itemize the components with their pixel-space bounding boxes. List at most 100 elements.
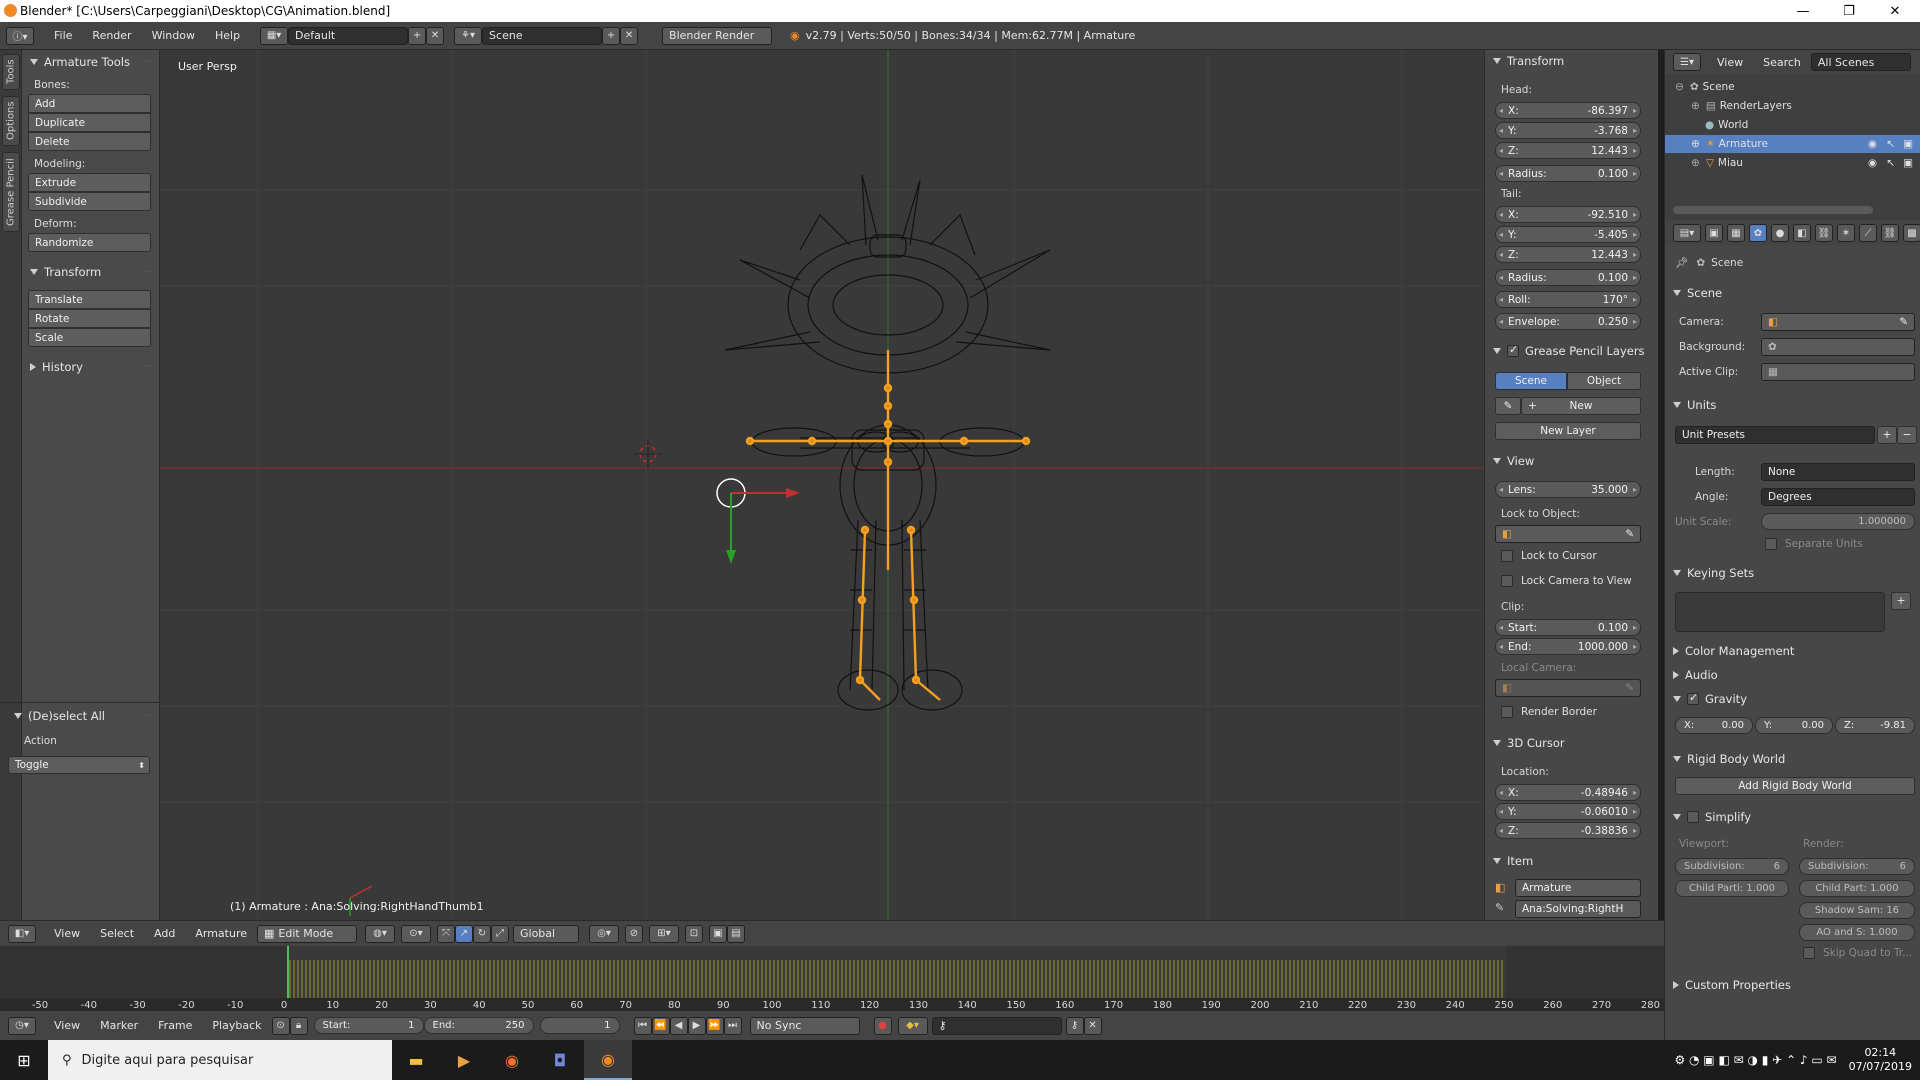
head-x-field[interactable]: X:-86.397 <box>1495 102 1641 119</box>
gravity-checkbox[interactable] <box>1687 691 1699 705</box>
remove-layout-icon[interactable]: ✕ <box>426 26 445 45</box>
select-arrow-icon[interactable]: ↖ <box>1886 138 1895 150</box>
cursor-z-field[interactable]: Z:-0.38836 <box>1495 822 1641 839</box>
current-frame-field[interactable]: 1 <box>539 1017 620 1034</box>
eyedropper-icon[interactable]: ✎ <box>1625 682 1634 694</box>
deselect-all-header[interactable]: (De)select All ⋯ <box>6 706 156 726</box>
tab-options[interactable]: Options <box>2 96 20 146</box>
unit-scale-field[interactable]: 1.000000 <box>1761 513 1915 530</box>
visibility-eye-icon[interactable]: ◉ <box>1868 138 1877 150</box>
scale-button[interactable]: Scale <box>28 328 151 347</box>
rigid-body-panel-header[interactable]: Rigid Body World <box>1673 752 1785 766</box>
next-keyframe-icon[interactable]: ⏩ <box>705 1016 724 1035</box>
render-tab-icon[interactable]: ▣ <box>1705 224 1723 242</box>
shading-select-icon[interactable]: ◍▾ <box>365 924 395 943</box>
viewport-child-particles-field[interactable]: Child Parti: 1.000 <box>1675 880 1789 897</box>
render-camera-icon[interactable]: ▣ <box>1903 138 1913 150</box>
viewport-canvas[interactable] <box>160 50 1484 920</box>
subdivide-button[interactable]: Subdivide <box>28 192 151 211</box>
randomize-button[interactable]: Randomize <box>28 233 151 252</box>
outliner-row-armature[interactable]: ⊕ ✶ Armature ◉ ↖ ▣ <box>1665 135 1920 153</box>
snap-toggle-icon[interactable]: ⊘ <box>625 924 643 943</box>
layers-tab-icon[interactable]: ▦ <box>1727 224 1745 242</box>
timeline-editor-icon[interactable]: ◷▾ <box>8 1016 36 1035</box>
item-name-field[interactable]: Armature <box>1515 879 1641 897</box>
outliner-row-miau[interactable]: ⊕ ▽ Miau ◉ ↖ ▣ <box>1665 154 1920 172</box>
extrude-button[interactable]: Extrude <box>28 173 151 192</box>
lens-field[interactable]: Lens: 35.000 <box>1495 481 1641 498</box>
data-tab-icon[interactable]: ✶ <box>1837 224 1855 242</box>
translate-manipulator-icon[interactable]: ↗ <box>455 924 473 943</box>
history-header[interactable]: History ⋯ <box>22 357 159 377</box>
armature-tools-header[interactable]: Armature Tools ⋯ <box>22 52 159 72</box>
render-border-checkbox[interactable]: Render Border <box>1501 706 1597 718</box>
bone-constraint-tab-icon[interactable]: ⛓ <box>1881 224 1899 242</box>
camera-field[interactable]: ◧ ✎ <box>1761 313 1915 331</box>
3d-cursor-icon[interactable] <box>634 440 662 468</box>
keyframe-type-icon[interactable]: ◆▾ <box>897 1016 928 1035</box>
gp-scene-button[interactable]: Scene <box>1495 372 1567 390</box>
orientation-select[interactable]: Global <box>513 924 579 943</box>
lock-camera-checkbox[interactable]: Lock Camera to View <box>1501 575 1632 587</box>
select-arrow-icon[interactable]: ↖ <box>1886 157 1895 169</box>
cursor-x-field[interactable]: X:-0.48946 <box>1495 784 1641 801</box>
add-scene-icon[interactable]: + <box>602 26 621 45</box>
drag-grip-icon[interactable]: ⋯ <box>144 362 153 372</box>
head-z-field[interactable]: Z:12.443 <box>1495 142 1641 159</box>
skip-quad-checkbox[interactable]: Skip Quad to Tr... <box>1803 947 1912 959</box>
timeline-canvas[interactable]: -50 -40 -30 -20 -10 0 10 20 30 40 50 60 70 80 90 100 110… <box>0 946 1664 1010</box>
units-panel-header[interactable]: Units <box>1673 398 1716 412</box>
view-menu[interactable]: View <box>44 927 90 940</box>
pin-icon[interactable]: 📌︎ <box>1675 256 1688 269</box>
transform-manipulator-icon[interactable] <box>716 478 800 564</box>
gravity-x-field[interactable]: X: 0.00 <box>1675 717 1753 734</box>
transform-header[interactable]: Transform ⋯ <box>22 262 159 282</box>
cursor-y-field[interactable]: Y:-0.06010 <box>1495 803 1641 820</box>
shadow-samples-field[interactable]: Shadow Sam: 16 <box>1799 902 1915 919</box>
timeline-view-menu[interactable]: View <box>44 1019 90 1032</box>
prev-keyframe-icon[interactable]: ⏪ <box>651 1016 670 1035</box>
render-engine-select[interactable]: Blender Render <box>662 26 773 45</box>
lock-to-cursor-checkbox[interactable]: Lock to Cursor <box>1501 550 1597 562</box>
add-keying-set-icon[interactable]: + <box>1891 592 1911 610</box>
jump-start-icon[interactable]: ⏮ <box>633 1016 652 1035</box>
preview-range-icon[interactable]: ⊙ <box>271 1016 290 1035</box>
simplify-checkbox[interactable] <box>1687 811 1699 823</box>
timeline-marker-menu[interactable]: Marker <box>90 1019 148 1032</box>
transform-panel-header[interactable]: Transform <box>1493 54 1564 68</box>
scene-panel-header[interactable]: Scene <box>1673 286 1722 300</box>
layout-icon[interactable]: ▦▾ <box>260 26 289 45</box>
color-management-panel-header[interactable]: Color Management <box>1673 644 1794 658</box>
outliner-menu-view[interactable]: View <box>1707 56 1753 69</box>
delete-bone-button[interactable]: Delete <box>28 132 151 151</box>
windows-start-icon[interactable]: ⊞ <box>0 1051 48 1070</box>
angle-select[interactable]: Degrees <box>1761 488 1915 506</box>
close-button[interactable]: ✕ <box>1872 0 1918 22</box>
play-reverse-icon[interactable]: ◀ <box>669 1016 688 1035</box>
outliner-scrollbar[interactable] <box>1673 206 1873 214</box>
clip-start-field[interactable]: Start:0.100 <box>1495 619 1641 636</box>
scale-manipulator-icon[interactable]: ⤢ <box>491 924 509 943</box>
gp-new-layer-button[interactable]: New Layer <box>1495 422 1641 440</box>
gravity-y-field[interactable]: Y: 0.00 <box>1755 717 1833 734</box>
snap-target-icon[interactable]: ⊡ <box>685 924 703 943</box>
viewport-subdivision-field[interactable]: Subdivision: 6 <box>1675 858 1789 875</box>
head-y-field[interactable]: Y:-3.768 <box>1495 122 1641 139</box>
translate-button[interactable]: Translate <box>28 290 151 309</box>
add-layout-icon[interactable]: + <box>408 26 427 45</box>
timeline-frame-menu[interactable]: Frame <box>148 1019 202 1032</box>
local-camera-field[interactable]: ◧ ✎ <box>1495 679 1641 697</box>
render-subdivision-field[interactable]: Subdivision: 6 <box>1799 858 1915 875</box>
eyedropper-icon[interactable]: ✎ <box>1899 316 1908 328</box>
snap-element-icon[interactable]: ⊞▾ <box>649 924 679 943</box>
outliner-filter-select[interactable]: All Scenes <box>1810 53 1911 71</box>
outliner-row-scene[interactable]: ⊖ ✿ Scene <box>1665 78 1920 96</box>
custom-properties-panel-header[interactable]: Custom Properties <box>1673 978 1791 992</box>
maximize-button[interactable]: ❐ <box>1826 0 1872 22</box>
object-tab-icon[interactable]: ◧ <box>1793 224 1811 242</box>
gravity-panel-header[interactable]: Gravity <box>1673 691 1747 706</box>
envelope-field[interactable]: Envelope:0.250 <box>1495 313 1641 330</box>
tail-x-field[interactable]: X:-92.510 <box>1495 206 1641 223</box>
bone-tab-icon[interactable]: ⟋ <box>1859 224 1877 242</box>
length-select[interactable]: None <box>1761 463 1915 481</box>
